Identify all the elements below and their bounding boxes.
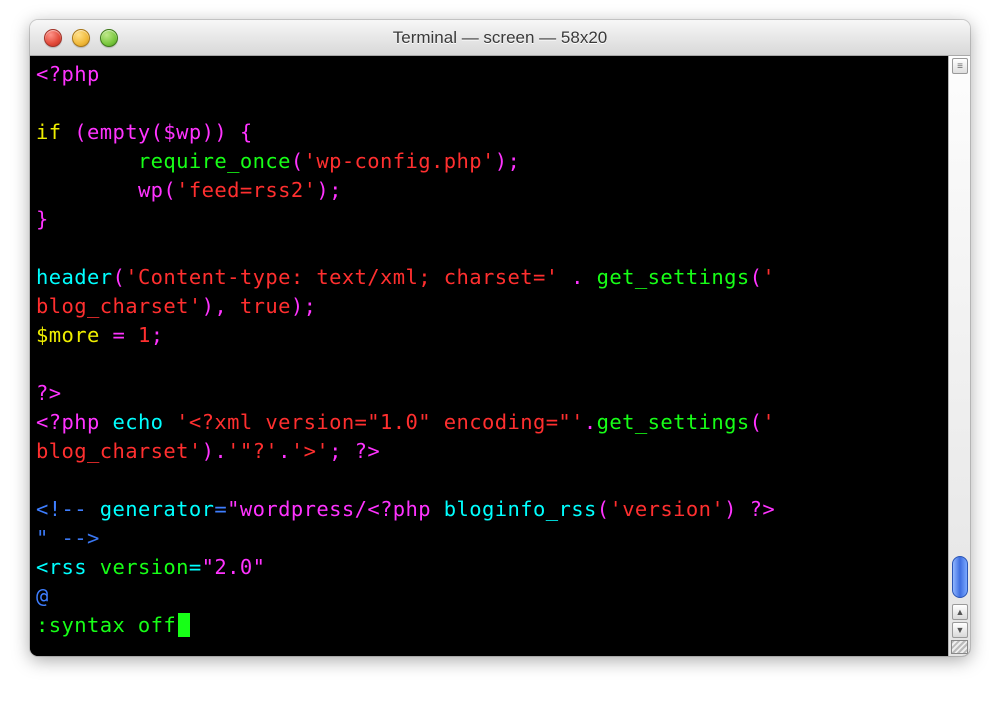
scroll-up-button[interactable]: ▲ [952, 604, 968, 620]
zoom-button[interactable] [100, 29, 118, 47]
scroll-menu-icon[interactable]: ≡ [952, 58, 968, 74]
content-area: <?php if (empty($wp)) { require_once('wp… [30, 56, 970, 656]
terminal-viewport[interactable]: <?php if (empty($wp)) { require_once('wp… [30, 56, 948, 656]
vim-command-line[interactable]: :syntax off [36, 613, 176, 637]
vertical-scrollbar[interactable]: ≡ ▲ ▼ [948, 56, 970, 656]
scrollbar-thumb[interactable] [952, 556, 968, 598]
traffic-lights [44, 29, 118, 47]
scroll-down-button[interactable]: ▼ [952, 622, 968, 638]
window-title: Terminal — screen — 58x20 [30, 28, 970, 48]
minimize-button[interactable] [72, 29, 90, 47]
resize-grip[interactable] [951, 640, 968, 654]
keyword-if: if [36, 120, 61, 144]
php-open-tag: <?php [36, 62, 100, 86]
close-button[interactable] [44, 29, 62, 47]
terminal-window: Terminal — screen — 58x20 <?php if (empt… [30, 20, 970, 656]
cursor-block [178, 613, 190, 637]
titlebar[interactable]: Terminal — screen — 58x20 [30, 20, 970, 56]
